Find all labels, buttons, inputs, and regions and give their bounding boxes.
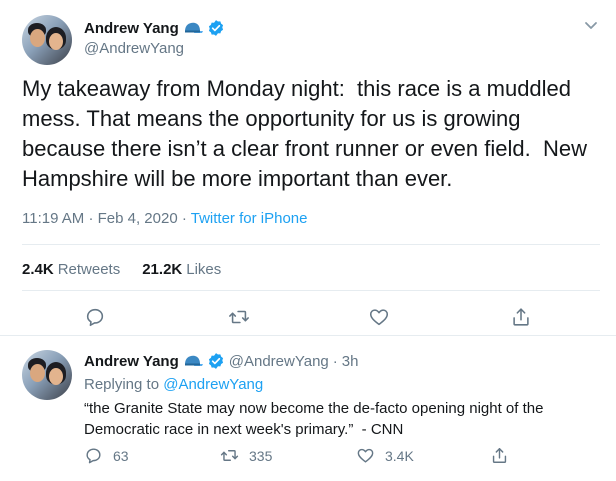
verified-badge-icon <box>207 352 225 370</box>
heart-icon[interactable] <box>368 306 390 328</box>
reply-share-action[interactable] <box>490 446 509 465</box>
likes-label: Likes <box>186 261 222 278</box>
tweet-metadata: 11:19 AM · Feb 4, 2020 · Twitter for iPh… <box>22 210 307 227</box>
reply-comment-action[interactable]: 63 <box>84 446 129 465</box>
verified-badge-icon <box>207 19 225 37</box>
like-count: 3.4K <box>385 447 414 464</box>
author-name-row[interactable]: Andrew Yang <box>84 19 225 37</box>
retweet-icon[interactable] <box>228 306 250 328</box>
tweet-time[interactable]: 11:19 AM <box>22 210 84 227</box>
tweet-actions <box>0 300 616 336</box>
share-icon <box>492 448 507 463</box>
chevron-down-icon[interactable] <box>582 16 600 34</box>
retweets-count: 2.4K <box>22 261 54 278</box>
reply-author-row: Andrew Yang @AndrewYang · 3h <box>84 352 358 370</box>
meta-separator: · <box>181 210 187 227</box>
author-handle[interactable]: @AndrewYang <box>84 40 184 57</box>
retweet-icon <box>220 450 239 461</box>
reply-age[interactable]: 3h <box>342 353 359 370</box>
blue-cap-emoji-icon <box>183 21 203 35</box>
heart-icon <box>357 448 374 463</box>
meta-separator: · <box>332 352 338 370</box>
divider <box>22 290 600 291</box>
likes-count: 21.2K <box>142 261 183 278</box>
tweet-stats: 2.4K Retweets 21.2K Likes <box>22 261 221 278</box>
reply-count: 63 <box>113 447 129 464</box>
reply-text: “the Granite State may now become the de… <box>84 400 548 438</box>
replying-to-mention[interactable]: @AndrewYang <box>163 376 263 393</box>
likes-stat[interactable]: 21.2K Likes <box>142 261 221 278</box>
meta-separator: · <box>88 210 94 227</box>
replying-to-label: Replying to <box>84 376 160 393</box>
reply-like-action[interactable]: 3.4K <box>356 446 414 465</box>
tweet-date[interactable]: Feb 4, 2020 <box>98 210 178 227</box>
author-name[interactable]: Andrew Yang <box>84 20 179 37</box>
blue-cap-emoji-icon <box>183 354 203 368</box>
comment-icon[interactable] <box>84 306 106 328</box>
retweets-label: Retweets <box>57 261 121 278</box>
tweet-text: My takeaway from Monday night: this race… <box>22 76 594 191</box>
reply-retweet-action[interactable]: 335 <box>220 446 272 465</box>
divider <box>22 244 600 245</box>
comment-icon <box>86 448 101 464</box>
reply-author-name[interactable]: Andrew Yang <box>84 353 179 370</box>
author-avatar[interactable] <box>22 15 72 65</box>
retweet-count: 335 <box>249 447 273 464</box>
share-icon[interactable] <box>510 306 532 328</box>
reply-author-handle[interactable]: @AndrewYang <box>229 353 329 370</box>
main-tweet: Andrew Yang @AndrewYang My takeaway from… <box>0 0 616 336</box>
tweet-source-link[interactable]: Twitter for iPhone <box>191 210 308 227</box>
retweets-stat[interactable]: 2.4K Retweets <box>22 261 120 278</box>
replying-to-line: Replying to @AndrewYang <box>84 376 263 393</box>
reply-author-avatar[interactable] <box>22 350 72 400</box>
